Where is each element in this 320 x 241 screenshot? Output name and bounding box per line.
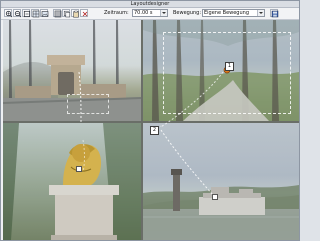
selection-handle[interactable] (212, 194, 218, 200)
zoom-out-icon[interactable] (13, 9, 22, 18)
bewegung-value: Eigene Bewegung (204, 10, 249, 16)
zoom-in-icon[interactable] (4, 9, 13, 18)
keyframe-marker-2[interactable]: 2 (150, 126, 159, 135)
save-icon[interactable] (270, 9, 279, 18)
layout-icon[interactable] (31, 9, 40, 18)
window-title: Layoutdesigner (1, 1, 299, 8)
layout-canvas[interactable]: 1 2 (3, 20, 299, 240)
bewegung-select[interactable]: Eigene Bewegung (202, 9, 265, 17)
paste-icon[interactable] (71, 9, 79, 18)
copy-icon[interactable] (62, 9, 71, 18)
keyframe-marker-1[interactable]: 1 (225, 62, 234, 71)
grid-icon[interactable] (53, 9, 62, 18)
zeitraum-label: Zeitraum: (104, 10, 129, 16)
keyframe-marker-1-label: 1 (227, 63, 232, 69)
zeitraum-value: 70.00 s (134, 10, 153, 16)
keyframe-marker-2-label: 2 (152, 127, 157, 133)
chevron-down-icon[interactable] (257, 10, 264, 16)
zeitraum-dropdown-icon[interactable] (160, 10, 167, 16)
delete-icon[interactable] (80, 9, 88, 17)
bewegung-label: Bewegung: (173, 10, 202, 16)
image-icon[interactable] (40, 9, 49, 17)
fit-icon[interactable] (22, 9, 31, 18)
layoutdesigner-window: Layoutdesigner Zeitraum: 70.00 s Bewegun… (0, 0, 300, 241)
toolbar: Zeitraum: 70.00 s Bewegung: Eigene Beweg… (1, 8, 299, 20)
zeitraum-input[interactable]: 70.00 s (132, 9, 168, 17)
selection-handle[interactable] (76, 166, 82, 172)
